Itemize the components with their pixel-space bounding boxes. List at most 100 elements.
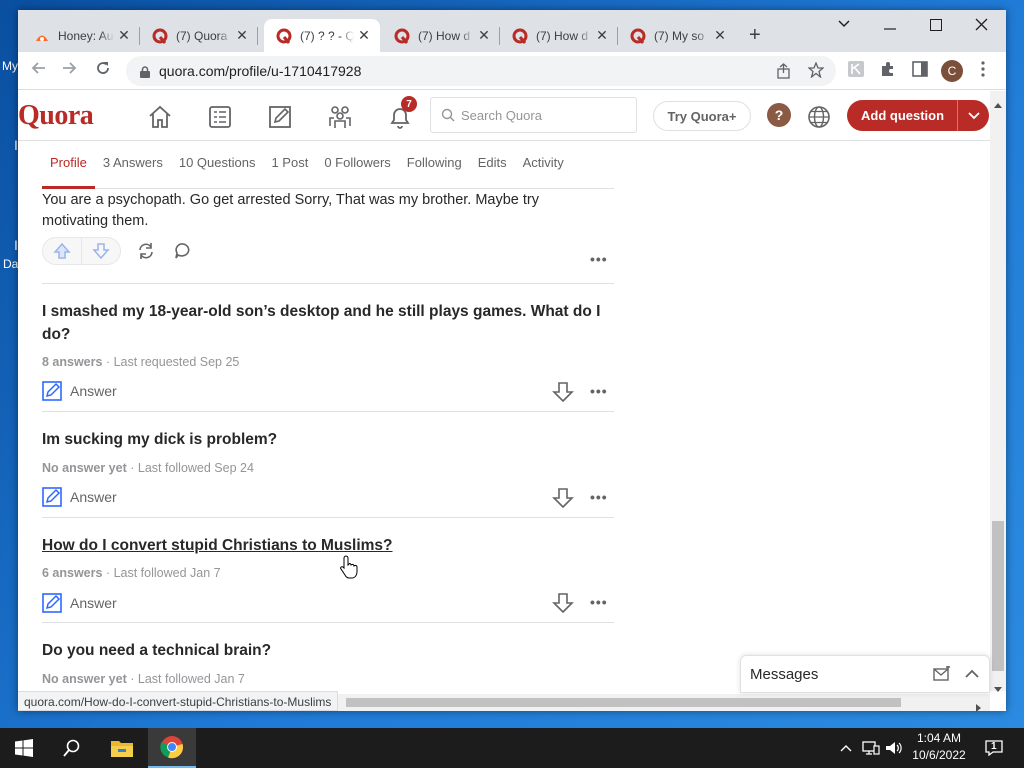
tab-answers[interactable]: 3 Answers [95, 141, 171, 189]
question-title-link[interactable]: Do you need a technical brain? [42, 639, 614, 662]
tab-following[interactable]: Following [399, 141, 470, 189]
share-reshare-icon[interactable] [137, 242, 155, 260]
scroll-down-arrow-icon[interactable] [994, 680, 1002, 698]
scroll-up-arrow-icon[interactable] [994, 95, 1002, 113]
profile-avatar[interactable]: C [941, 60, 963, 82]
try-quora-plus-button[interactable]: Try Quora+ [653, 101, 751, 131]
side-panel-icon[interactable] [912, 61, 928, 81]
desktop-icon-label[interactable]: My [2, 59, 18, 73]
maximize-button[interactable] [930, 18, 942, 35]
kebab-menu-icon[interactable] [980, 61, 986, 81]
quora-logo[interactable]: Quora [18, 100, 94, 132]
close-icon[interactable]: ✕ [474, 27, 494, 44]
new-tab-button[interactable]: + [749, 24, 761, 46]
downvote-icon[interactable] [552, 487, 574, 509]
chevron-down-icon[interactable] [957, 100, 989, 131]
share-icon[interactable] [776, 63, 792, 82]
notifications-bell-icon[interactable]: 7 [386, 96, 417, 131]
question-meta-text: · Last requested Sep 25 [102, 355, 240, 369]
answer-count[interactable]: 6 answers [42, 566, 102, 580]
forward-arrow-icon[interactable] [62, 60, 78, 81]
close-icon[interactable]: ✕ [232, 27, 252, 44]
tab-activity[interactable]: Activity [515, 141, 572, 189]
tab-profile[interactable]: Profile [42, 141, 95, 189]
comment-icon[interactable] [174, 242, 192, 260]
more-options-icon[interactable]: ••• [590, 251, 614, 267]
tab-search-chevron-icon[interactable] [837, 16, 851, 34]
search-icon[interactable] [48, 728, 96, 768]
question-title-link-hovered[interactable]: How do I convert stupid Christians to Mu… [42, 534, 614, 557]
tab-edits[interactable]: Edits [470, 141, 515, 189]
following-feed-icon[interactable] [206, 103, 234, 131]
vertical-scrollbar[interactable] [990, 91, 1006, 692]
network-icon[interactable] [860, 728, 882, 768]
messages-label: Messages [750, 665, 819, 683]
browser-tab[interactable]: (7) My so ✕ [618, 19, 736, 52]
bookmark-star-icon[interactable] [807, 61, 825, 81]
close-window-button[interactable] [975, 18, 988, 35]
reload-icon[interactable] [95, 60, 111, 81]
messages-widget[interactable]: Messages [740, 655, 990, 693]
close-icon[interactable]: ✕ [710, 27, 730, 44]
chevron-up-icon[interactable] [965, 669, 979, 679]
answer-pencil-icon[interactable] [266, 103, 294, 131]
more-options-icon[interactable]: ••• [590, 489, 614, 505]
add-question-button[interactable]: Add question [847, 100, 989, 131]
more-options-icon[interactable]: ••• [590, 594, 614, 610]
spaces-people-icon[interactable] [326, 103, 354, 131]
browser-tab[interactable]: (7) How d ✕ [500, 19, 618, 52]
downvote-icon[interactable] [552, 592, 574, 614]
tray-chevron-up-icon[interactable] [838, 728, 854, 768]
answer-button[interactable]: Answer [42, 593, 117, 613]
question-meta: 8 answers · Last requested Sep 25 [42, 355, 239, 369]
downvote-icon[interactable] [552, 381, 574, 403]
language-globe-icon[interactable] [805, 103, 833, 131]
downvote-icon[interactable] [82, 242, 120, 260]
home-icon[interactable] [146, 103, 174, 131]
notification-badge: 7 [401, 96, 417, 112]
action-center-icon[interactable]: 1 [982, 728, 1006, 768]
chrome-taskbar-icon[interactable] [148, 728, 196, 768]
windows-start-icon[interactable] [0, 728, 48, 768]
browser-tab[interactable]: (7) How d ✕ [382, 19, 500, 52]
horizontal-scroll-thumb[interactable] [346, 698, 901, 707]
tab-posts[interactable]: 1 Post [263, 141, 316, 189]
search-input[interactable]: Search Quora [430, 97, 637, 133]
tab-followers[interactable]: 0 Followers [316, 141, 398, 189]
answer-pencil-icon [42, 381, 62, 401]
answer-button[interactable]: Answer [42, 487, 117, 507]
scroll-right-arrow-icon[interactable] [976, 699, 982, 717]
browser-tab-active[interactable]: (7) ? ? - Q ✕ [264, 19, 380, 52]
user-avatar-icon[interactable]: ? [767, 103, 791, 127]
desktop-icon-label[interactable]: Da [3, 257, 18, 271]
system-clock[interactable]: 1:04 AM 10/6/2022 [902, 730, 976, 764]
answer-count[interactable]: No answer yet [42, 672, 127, 686]
file-explorer-icon[interactable] [98, 728, 146, 768]
puzzle-extensions-icon[interactable] [880, 61, 896, 81]
close-icon[interactable]: ✕ [592, 27, 612, 44]
address-bar[interactable]: quora.com/profile/u-1710417928 [126, 56, 836, 86]
more-options-icon[interactable]: ••• [590, 383, 614, 399]
browser-tab[interactable]: Honey: Au ✕ [22, 19, 140, 52]
tab-strip: Honey: Au ✕ (7) Quora ✕ (7) ? ? - Q ✕ (7… [18, 10, 1006, 52]
compose-message-icon[interactable] [933, 666, 951, 682]
question-title-link[interactable]: Im sucking my dick is problem? [42, 428, 614, 451]
close-icon[interactable]: ✕ [114, 27, 134, 44]
quora-favicon-icon [512, 28, 528, 44]
minimize-button[interactable] [884, 22, 896, 39]
tab-title: (7) ? ? - Q [300, 28, 354, 43]
browser-tab[interactable]: (7) Quora ✕ [140, 19, 258, 52]
answer-count[interactable]: 8 answers [42, 355, 102, 369]
quora-favicon-icon [630, 28, 646, 44]
answer-count[interactable]: No answer yet [42, 461, 127, 475]
extension-icon[interactable] [848, 61, 864, 81]
vote-pill [42, 237, 121, 265]
back-arrow-icon[interactable] [30, 60, 46, 81]
close-icon[interactable]: ✕ [354, 27, 374, 44]
answer-button[interactable]: Answer [42, 381, 117, 401]
vertical-scroll-thumb[interactable] [992, 521, 1004, 671]
question-title-link[interactable]: I smashed my 18-year-old son’s desktop a… [42, 300, 614, 346]
tab-questions[interactable]: 10 Questions [171, 141, 264, 189]
upvote-icon[interactable] [43, 238, 82, 264]
volume-icon[interactable] [884, 728, 904, 768]
